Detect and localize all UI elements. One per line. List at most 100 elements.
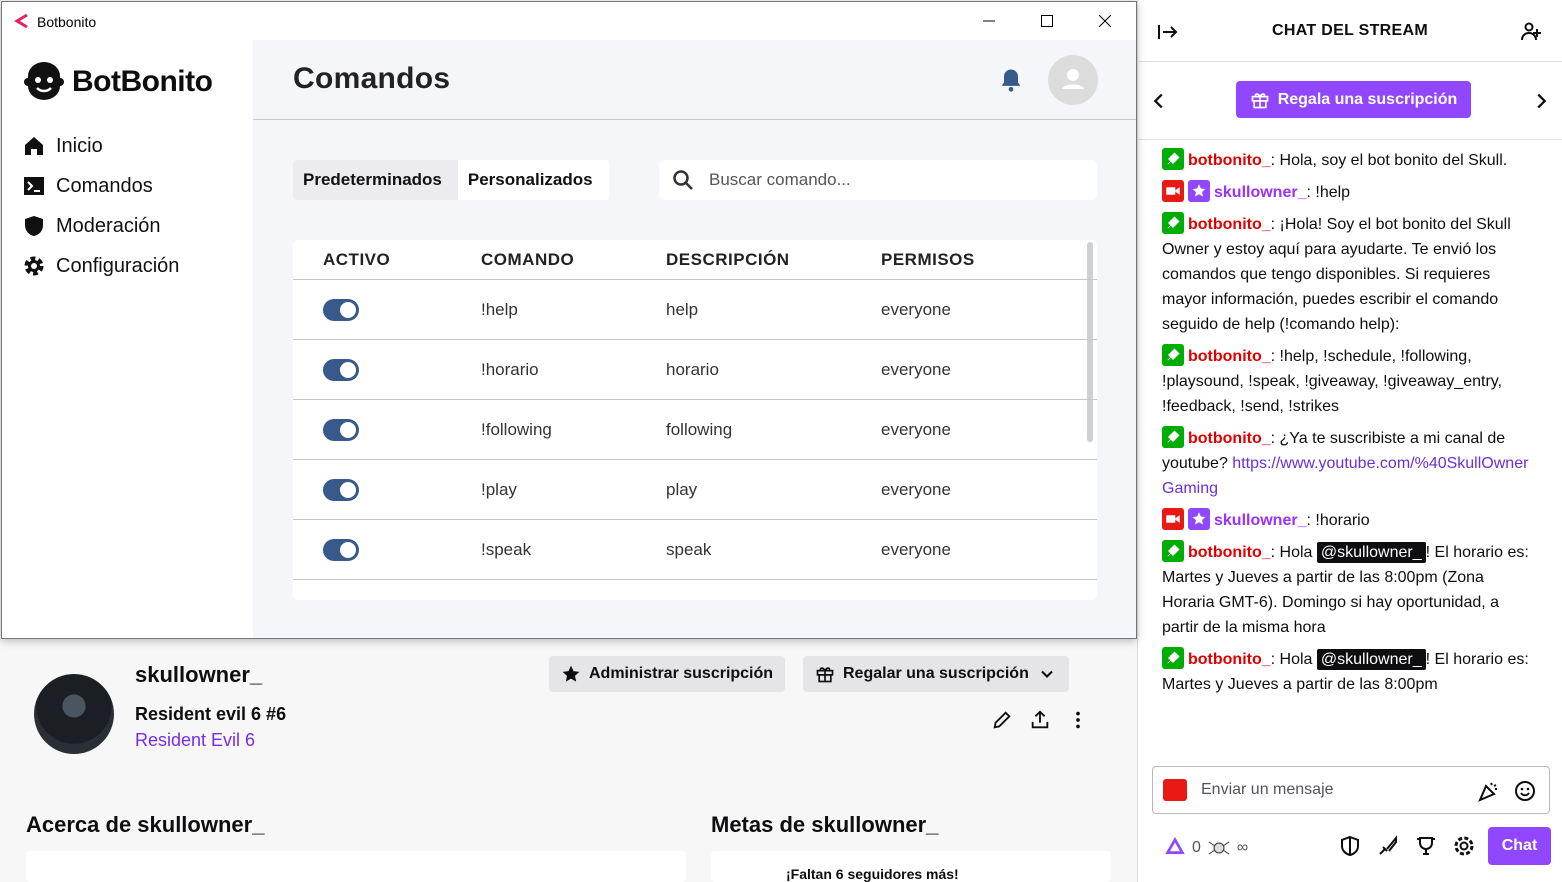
sidebar-item-moderacion[interactable]: Moderación: [22, 206, 179, 246]
founder-badge-icon[interactable]: [1188, 508, 1210, 530]
chat-mention[interactable]: @skullowner_: [1316, 542, 1426, 563]
broadcaster-badge-icon[interactable]: [1162, 508, 1184, 530]
gift-subscription-label: Regalar una suscripción: [843, 665, 1029, 682]
community-icon[interactable]: [1520, 20, 1544, 44]
description-cell: play: [666, 479, 698, 499]
chat-username[interactable]: botbonito_: [1188, 216, 1271, 233]
chat-message-text: : !help: [1306, 184, 1351, 201]
shield-icon[interactable]: [1338, 834, 1362, 858]
active-toggle[interactable]: [323, 358, 359, 381]
manage-subscription-button[interactable]: Administrar suscripción: [549, 656, 786, 692]
description-cell: horario: [666, 359, 719, 379]
search-input[interactable]: [709, 168, 1079, 192]
user-icon: [1062, 69, 1084, 89]
sidebar-item-configuracion[interactable]: Configuración: [22, 246, 179, 286]
edit-icon[interactable]: [990, 706, 1014, 734]
bot-badge-icon[interactable]: [1162, 540, 1184, 562]
stream-title: Resident evil 6 #6: [135, 704, 287, 724]
active-toggle[interactable]: [323, 298, 359, 321]
permissions-cell: everyone: [881, 479, 951, 499]
channel-points[interactable]: 0 ∞: [1164, 836, 1248, 860]
active-toggle[interactable]: [323, 538, 359, 561]
botbonito-window: Botbonito BotBonito Inicio Comandos Mode…: [1, 1, 1137, 639]
bot-logo-icon: [24, 62, 64, 100]
chevron-right-icon[interactable]: [1530, 90, 1552, 112]
sidebar-item-label: Comandos: [56, 174, 153, 197]
chat-message: skullowner_: !help: [1162, 180, 1539, 205]
chat-username[interactable]: botbonito_: [1188, 152, 1271, 169]
sidebar-item-inicio[interactable]: Inicio: [22, 126, 179, 166]
chat-username[interactable]: botbonito_: [1188, 348, 1271, 365]
terminal-icon: [24, 177, 44, 195]
active-toggle[interactable]: [323, 478, 359, 501]
command-cell: !following: [481, 419, 552, 439]
chevron-left-icon[interactable]: [1148, 90, 1170, 112]
close-button[interactable]: [1076, 2, 1134, 40]
table-row: !help help everyone: [293, 280, 1097, 340]
bot-badge-icon[interactable]: [1162, 426, 1184, 448]
chat-message-text: : !horario: [1306, 512, 1370, 529]
chat-message: botbonito_: ¿Ya te suscribiste a mi cana…: [1162, 426, 1539, 501]
header-activo[interactable]: ACTIVO: [323, 240, 390, 279]
active-toggle[interactable]: [323, 418, 359, 441]
header-permisos[interactable]: PERMISOS: [881, 240, 975, 279]
search-box: [659, 160, 1097, 200]
gift-subscription-dropdown[interactable]: Regalar una suscripción: [803, 656, 1069, 692]
content-header: Comandos: [253, 40, 1136, 120]
bot-badge-icon[interactable]: [1162, 212, 1184, 234]
user-avatar[interactable]: [1048, 55, 1098, 105]
chat-message: botbonito_: Hola @skullowner_! El horari…: [1162, 540, 1539, 640]
maximize-button[interactable]: [1018, 2, 1076, 40]
gift-icon: [816, 667, 834, 683]
home-icon: [25, 137, 43, 155]
broadcaster-badge-icon[interactable]: [1162, 180, 1184, 202]
channel-avatar[interactable]: [34, 674, 114, 754]
chat-username[interactable]: skullowner_: [1214, 184, 1306, 201]
emoji-icon[interactable]: [1513, 779, 1537, 803]
channel-actions: [990, 706, 1090, 734]
bot-badge-icon[interactable]: [1162, 148, 1184, 170]
chat-send-button[interactable]: Chat: [1488, 827, 1551, 865]
header-descripcion[interactable]: DESCRIPCIÓN: [666, 240, 790, 279]
search-icon: [673, 170, 693, 190]
tab-personalizados[interactable]: Personalizados: [458, 160, 609, 200]
chat-username[interactable]: skullowner_: [1214, 512, 1306, 529]
chat-message: botbonito_: Hola, soy el bot bonito del …: [1162, 148, 1539, 173]
tab-predeterminados[interactable]: Predeterminados: [293, 160, 458, 200]
chat-username[interactable]: botbonito_: [1188, 430, 1271, 447]
chat-input[interactable]: Enviar un mensaje: [1152, 766, 1550, 814]
founder-badge-icon[interactable]: [1188, 180, 1210, 202]
minimize-button[interactable]: [960, 2, 1018, 40]
gear-icon: [24, 256, 44, 276]
header-comando[interactable]: COMANDO: [481, 240, 574, 279]
chat-mention[interactable]: @skullowner_: [1316, 649, 1426, 670]
chat-messages: botbonito_: Hola, soy el bot bonito del …: [1138, 142, 1562, 764]
app-icon: [14, 13, 28, 29]
chat-username[interactable]: botbonito_: [1188, 651, 1271, 668]
channel-name[interactable]: skullowner_: [135, 662, 262, 688]
share-icon[interactable]: [1028, 706, 1052, 734]
chat-username[interactable]: botbonito_: [1188, 544, 1271, 561]
description-cell: speak: [666, 539, 712, 559]
permissions-cell: everyone: [881, 539, 951, 559]
table-row: !play play everyone: [293, 460, 1097, 520]
more-options-icon[interactable]: [1066, 706, 1090, 734]
sword-icon[interactable]: [1376, 834, 1400, 858]
sidebar-item-label: Configuración: [56, 254, 180, 277]
bot-badge-icon[interactable]: [1162, 344, 1184, 366]
bell-icon[interactable]: [997, 66, 1025, 94]
chevron-down-icon: [1041, 670, 1053, 678]
sidebar-item-comandos[interactable]: Comandos: [22, 166, 179, 206]
game-link[interactable]: Resident Evil 6: [135, 730, 255, 751]
chat-message-text-pre: : Hola: [1270, 544, 1317, 561]
table-row: !speak speak everyone: [293, 520, 1097, 580]
gift-sub-button[interactable]: Regala una suscripción: [1236, 81, 1471, 118]
settings-icon[interactable]: [1452, 834, 1476, 858]
celebration-icon[interactable]: [1477, 779, 1501, 803]
bot-badge-icon[interactable]: [1162, 647, 1184, 669]
logo[interactable]: BotBonito: [22, 62, 213, 102]
star-icon: [562, 665, 580, 682]
points-count: 0: [1192, 839, 1201, 856]
camera-icon: [1163, 779, 1187, 801]
trophy-icon[interactable]: [1414, 834, 1438, 858]
